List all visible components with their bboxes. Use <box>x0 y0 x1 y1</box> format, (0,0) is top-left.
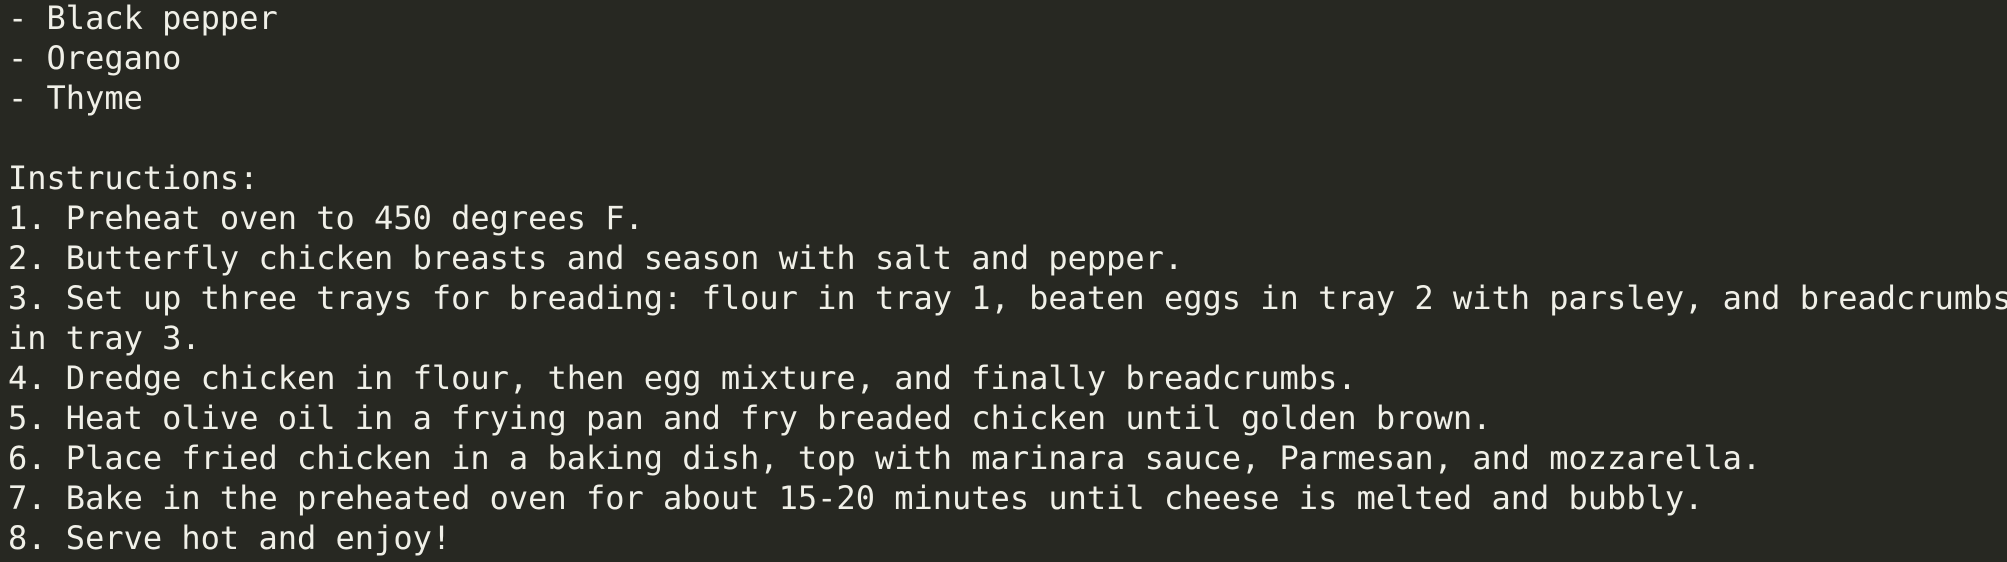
instruction-step: 1. Preheat oven to 450 degrees F. <box>8 199 644 237</box>
list-item: - Thyme <box>8 79 143 117</box>
instruction-step-continuation: in tray 3. <box>8 319 201 357</box>
instruction-step: 5. Heat olive oil in a frying pan and fr… <box>8 399 1492 437</box>
instruction-step: 2. Butterfly chicken breasts and season … <box>8 239 1184 277</box>
instruction-step: 4. Dredge chicken in flour, then egg mix… <box>8 359 1357 397</box>
instruction-step: 7. Bake in the preheated oven for about … <box>8 479 1704 517</box>
text-output-area: - Black pepper - Oregano - Thyme Instruc… <box>0 0 2007 560</box>
instruction-step: 3. Set up three trays for breading: flou… <box>8 279 2007 317</box>
list-item: - Black pepper <box>8 0 278 37</box>
instructions-heading: Instructions: <box>8 159 259 197</box>
instruction-step: 6. Place fried chicken in a baking dish,… <box>8 439 1762 477</box>
instruction-step: 8. Serve hot and enjoy! <box>8 519 452 557</box>
list-item: - Oregano <box>8 39 182 77</box>
